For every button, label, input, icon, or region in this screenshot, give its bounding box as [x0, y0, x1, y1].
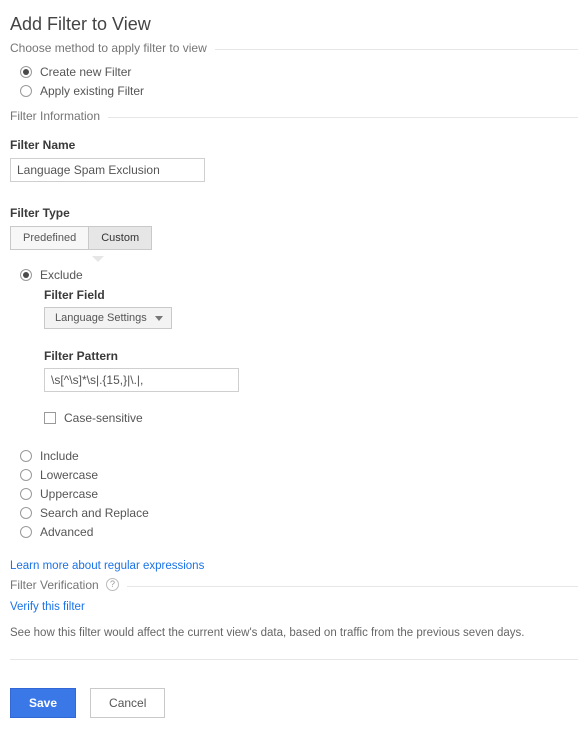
save-button[interactable]: Save	[10, 688, 76, 718]
search-replace-option[interactable]: Search and Replace	[20, 506, 578, 520]
uppercase-label: Uppercase	[40, 487, 98, 501]
filter-type-tabbar: Predefined Custom	[10, 226, 578, 250]
cancel-button[interactable]: Cancel	[90, 688, 165, 718]
radio-icon	[20, 507, 32, 519]
regex-help-link[interactable]: Learn more about regular expressions	[10, 560, 204, 572]
case-sensitive-label: Case-sensitive	[64, 411, 143, 425]
tab-predefined[interactable]: Predefined	[10, 226, 89, 250]
verification-section-text: Filter Verification	[10, 578, 99, 592]
radio-icon	[20, 66, 32, 78]
radio-icon	[20, 85, 32, 97]
exclude-option[interactable]: Exclude	[20, 268, 578, 282]
method-section-label: Choose method to apply filter to view	[10, 41, 215, 55]
filter-field-value: Language Settings	[55, 312, 147, 324]
search-replace-label: Search and Replace	[40, 506, 149, 520]
create-new-filter-option[interactable]: Create new Filter	[20, 65, 578, 79]
filter-name-label: Filter Name	[10, 138, 578, 152]
filter-pattern-input[interactable]	[44, 368, 239, 392]
lowercase-option[interactable]: Lowercase	[20, 468, 578, 482]
tab-custom[interactable]: Custom	[89, 226, 152, 250]
radio-icon	[20, 488, 32, 500]
lowercase-label: Lowercase	[40, 468, 98, 482]
filter-field-label: Filter Field	[44, 288, 578, 302]
filter-pattern-label: Filter Pattern	[44, 349, 578, 363]
radio-icon	[20, 450, 32, 462]
advanced-option[interactable]: Advanced	[20, 525, 578, 539]
exclude-label: Exclude	[40, 268, 83, 282]
create-new-filter-label: Create new Filter	[40, 65, 131, 79]
apply-existing-filter-label: Apply existing Filter	[40, 84, 144, 98]
info-icon[interactable]: ?	[106, 578, 119, 591]
chevron-down-icon	[155, 316, 163, 321]
radio-icon	[20, 269, 32, 281]
case-sensitive-option[interactable]: Case-sensitive	[44, 411, 578, 425]
filter-name-input[interactable]	[10, 158, 205, 182]
include-label: Include	[40, 449, 79, 463]
page-title: Add Filter to View	[10, 14, 578, 35]
filter-type-label: Filter Type	[10, 206, 578, 220]
advanced-label: Advanced	[40, 525, 93, 539]
radio-icon	[20, 469, 32, 481]
include-option[interactable]: Include	[20, 449, 578, 463]
tab-pointer-icon	[92, 256, 104, 262]
apply-existing-filter-option[interactable]: Apply existing Filter	[20, 84, 578, 98]
radio-icon	[20, 526, 32, 538]
verify-help-text: See how this filter would affect the cur…	[10, 627, 524, 639]
filter-info-section-label: Filter Information	[10, 109, 108, 123]
verification-section-label: Filter Verification ?	[10, 578, 127, 593]
verify-filter-link[interactable]: Verify this filter	[10, 601, 85, 613]
filter-field-dropdown[interactable]: Language Settings	[44, 307, 172, 329]
uppercase-option[interactable]: Uppercase	[20, 487, 578, 501]
checkbox-icon	[44, 412, 56, 424]
